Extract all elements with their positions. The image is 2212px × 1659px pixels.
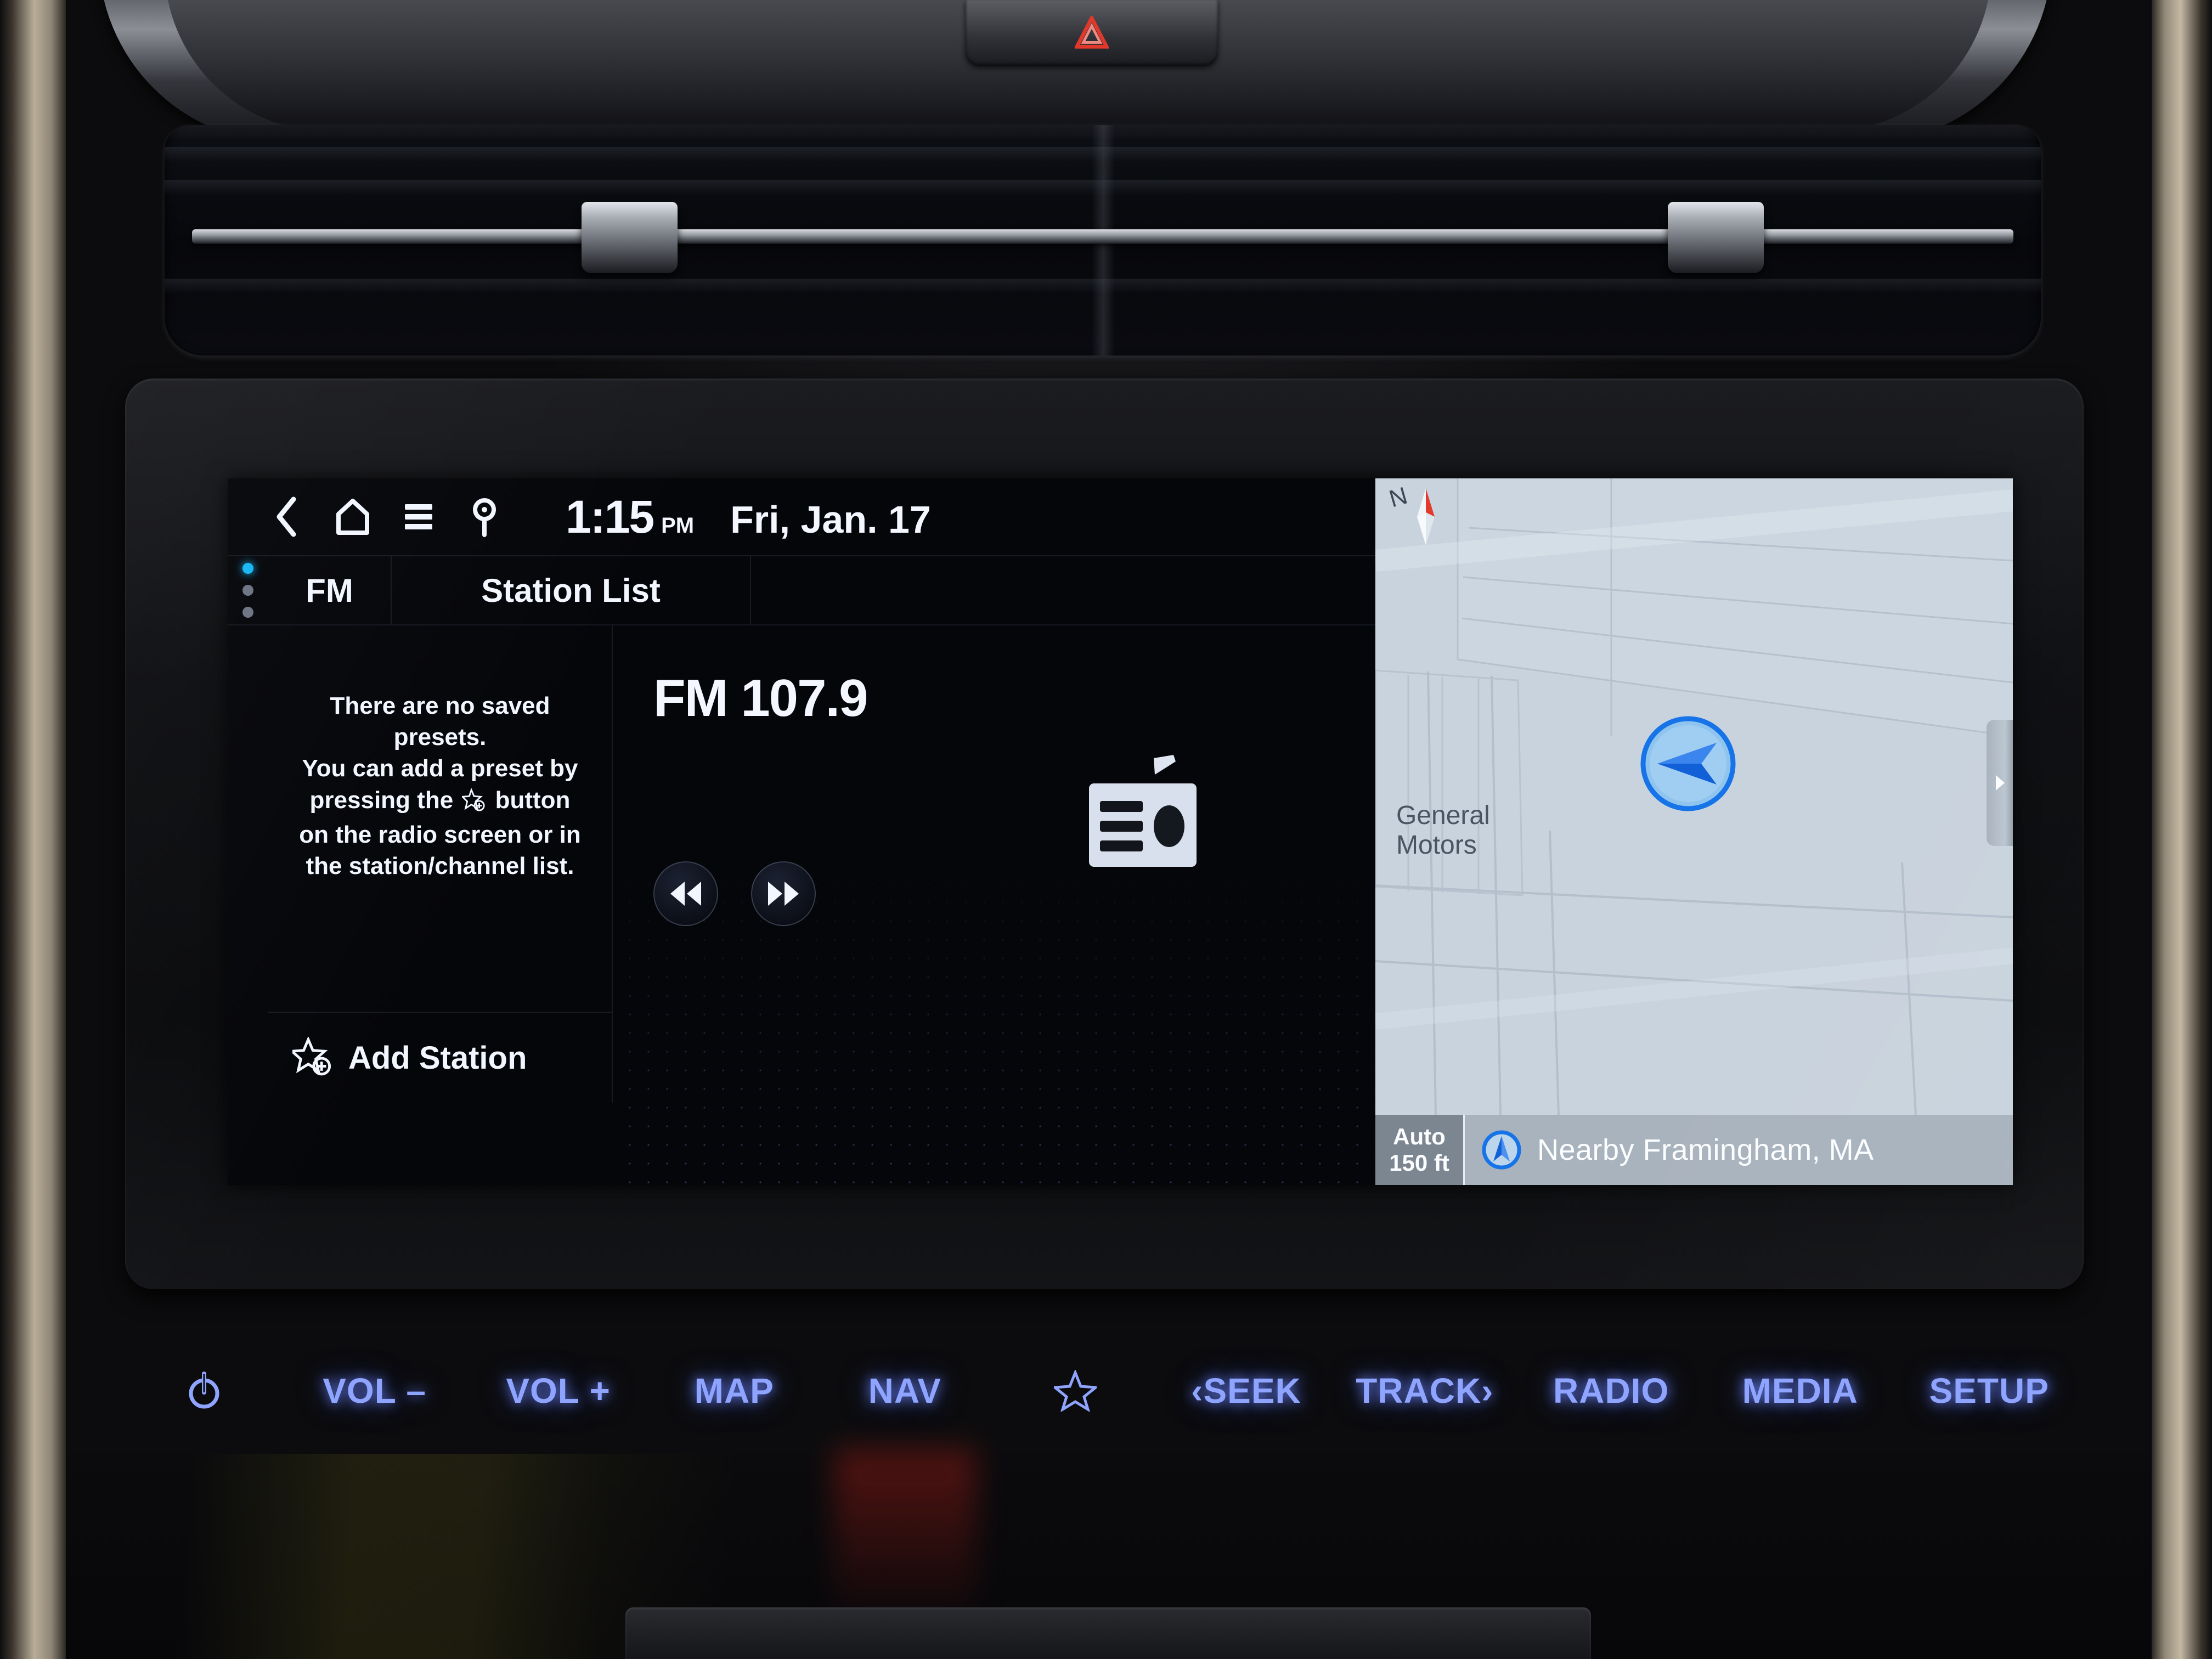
seek-forward-button[interactable] (751, 861, 816, 926)
clock-date: Fri, Jan. 17 (730, 498, 931, 541)
clock-ampm: PM (661, 514, 695, 538)
add-station-button[interactable]: Add Station (268, 1012, 612, 1103)
page-dot-3[interactable] (242, 607, 253, 618)
preset-msg-line-5: on the radio screen or in (299, 821, 581, 848)
radio-button[interactable]: RADIO (1516, 1370, 1706, 1411)
nav-compass-badge-icon (1482, 1130, 1521, 1170)
preset-msg-line-2: presets. (393, 724, 487, 751)
page-indicator-dots[interactable] (228, 556, 268, 624)
now-playing-panel: FM 107.9 (613, 625, 1375, 1185)
setup-button[interactable]: SETUP (1894, 1370, 2084, 1411)
seek-forward-icon (768, 882, 799, 906)
add-preset-star-icon (461, 787, 486, 819)
microphone-icon[interactable] (452, 496, 517, 537)
vehicle-heading-arrow-icon (1633, 709, 1743, 821)
volume-down-button[interactable]: VOL – (283, 1370, 466, 1411)
power-icon (189, 1372, 219, 1409)
clock-time: 1:15 (566, 491, 654, 543)
map-scale-mode: Auto (1393, 1124, 1446, 1150)
star-outline-icon (1054, 1370, 1097, 1412)
map-poi-label-line-1: General (1396, 801, 1490, 830)
back-chevron-icon[interactable] (254, 495, 320, 539)
hazard-light-button[interactable] (966, 0, 1218, 66)
vent-slider-knob-right[interactable] (1668, 202, 1764, 273)
map-poi-label-line-2: Motors (1396, 830, 1477, 860)
track-button[interactable]: TRACK› (1333, 1370, 1516, 1411)
clock-block: 1:15 PM Fri, Jan. 17 (566, 494, 931, 540)
dashboard-pillar-left (0, 0, 66, 1659)
hamburger-menu-icon[interactable] (386, 503, 452, 531)
preset-msg-line-4: pressing the button (276, 785, 604, 819)
map-bottom-bar: Auto 150 ft Nearby Framingham, MA (1375, 1115, 2013, 1185)
dashboard-pillar-right (2152, 0, 2212, 1659)
add-station-star-icon (289, 1036, 334, 1079)
hardware-button-row: VOL – VOL + MAP NAV ‹SEEK TRACK› RADIO M… (125, 1328, 2084, 1454)
nav-button[interactable]: NAV (818, 1370, 991, 1411)
map-poi-label: General Motors (1396, 801, 1490, 860)
home-icon[interactable] (320, 498, 386, 536)
preset-msg-line-1: There are no saved (330, 692, 550, 719)
map-scale-distance: 150 ft (1389, 1150, 1449, 1176)
map-expand-tab[interactable] (1987, 720, 2013, 846)
map-panel[interactable]: N General Motors Auto 150 ft Nearby Fram… (1375, 478, 2013, 1185)
map-button[interactable]: MAP (650, 1370, 818, 1411)
map-nearby-label: Nearby Framingham, MA (1537, 1133, 1874, 1166)
preset-panel: There are no saved presets. You can add … (268, 625, 613, 1103)
air-vent-assembly (165, 125, 2041, 356)
preset-msg-icon-prefix: pressing the (309, 786, 460, 814)
power-button[interactable] (125, 1370, 283, 1411)
seek-backward-button[interactable] (653, 861, 718, 926)
compass-needle-icon (1417, 488, 1435, 545)
console-reflection (834, 1448, 977, 1629)
console-storage-slot (625, 1607, 1591, 1659)
vent-slider-knob-left[interactable] (582, 202, 678, 273)
preset-msg-line-6: the station/channel list. (306, 852, 574, 879)
preset-msg-icon-suffix: button (495, 786, 571, 814)
tab-station-list[interactable]: Station List (392, 556, 751, 624)
add-station-label: Add Station (348, 1040, 527, 1076)
map-scale-button[interactable]: Auto 150 ft (1375, 1115, 1463, 1185)
map-expand-chevron-icon (1996, 775, 2005, 791)
radio-receiver-icon (1046, 753, 1205, 893)
page-dot-1[interactable] (242, 563, 253, 574)
preset-msg-line-3: You can add a preset by (302, 755, 578, 782)
station-frequency-display: FM 107.9 (653, 669, 868, 727)
hazard-triangle-icon (1075, 16, 1109, 49)
preset-empty-message: There are no saved presets. You can add … (268, 690, 612, 882)
car-dashboard: 1:15 PM Fri, Jan. 17 FM Station List The… (0, 0, 2212, 1659)
volume-up-button[interactable]: VOL + (466, 1370, 650, 1411)
infotainment-screen[interactable]: 1:15 PM Fri, Jan. 17 FM Station List The… (228, 478, 2013, 1185)
seek-button[interactable]: ‹SEEK (1160, 1370, 1333, 1411)
page-dot-2[interactable] (242, 585, 253, 596)
seek-backward-icon (670, 882, 701, 906)
seek-controls (653, 861, 816, 926)
favorite-button[interactable] (991, 1370, 1159, 1412)
media-button[interactable]: MEDIA (1706, 1370, 1895, 1411)
map-nearby-button[interactable]: Nearby Framingham, MA (1463, 1115, 2013, 1185)
tab-fm[interactable]: FM (268, 556, 392, 624)
map-compass: N (1386, 482, 1448, 558)
